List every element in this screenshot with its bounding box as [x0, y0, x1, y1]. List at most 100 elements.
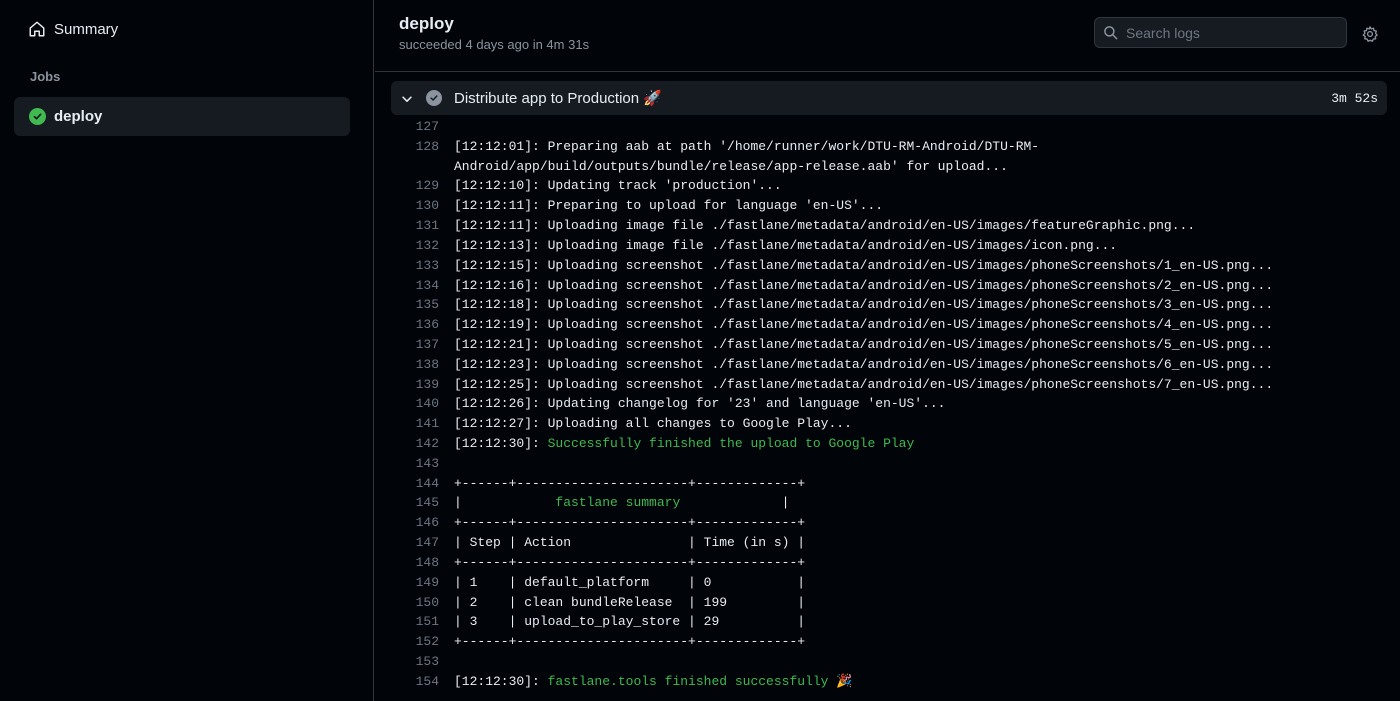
log-text-plain: [12:12:19]: Uploading screenshot ./fastl…: [454, 317, 1274, 333]
log-text-plain: [12:12:13]: Uploading image file ./fastl…: [454, 237, 1118, 253]
log-text: [12:12:01]: Preparing aab at path '/home…: [454, 137, 1342, 177]
line-number[interactable]: 132: [391, 236, 439, 256]
line-number[interactable]: 141: [391, 414, 439, 434]
log-text: [12:12:23]: Uploading screenshot ./fastl…: [454, 355, 1273, 375]
log-text: | 3 | upload_to_play_store | 29 |: [454, 612, 805, 632]
line-number[interactable]: 131: [391, 216, 439, 236]
line-number[interactable]: 133: [391, 256, 439, 276]
log-text: | fastlane summary |: [454, 493, 789, 513]
line-number[interactable]: 137: [391, 335, 439, 355]
log-text-plain: [12:12:01]: Preparing aab at path '/home…: [454, 138, 1040, 174]
job-label: deploy: [54, 108, 103, 125]
log-line: 135 [12:12:18]: Uploading screenshot ./fa…: [391, 295, 1400, 315]
log-line: 127: [391, 117, 1400, 137]
line-number[interactable]: 143: [391, 454, 439, 474]
line-number[interactable]: 152: [391, 632, 439, 652]
log-text: +------+----------------------+---------…: [454, 553, 805, 573]
log-line: 130 [12:12:11]: Preparing to upload for l…: [391, 196, 1400, 216]
log-text-plain: [12:12:30]:: [454, 436, 548, 451]
line-number[interactable]: 149: [391, 573, 439, 593]
log-text: [12:12:21]: Uploading screenshot ./fastl…: [454, 335, 1273, 355]
chevron-down-icon[interactable]: [400, 92, 414, 106]
log-line: 149 | 1 | default_platform | 0 |: [391, 573, 1400, 593]
log-line: 145 | fastlane summary |: [391, 493, 1400, 513]
line-number[interactable]: 135: [391, 295, 439, 315]
step-duration: 3m 52s: [1331, 91, 1378, 106]
log-line: 134 [12:12:16]: Uploading screenshot ./fa…: [391, 276, 1400, 296]
log-text: | 1 | default_platform | 0 |: [454, 573, 805, 593]
log-text-plain: [12:12:25]: Uploading screenshot ./fastl…: [454, 376, 1274, 392]
line-number[interactable]: 147: [391, 533, 439, 553]
log-text-plain: |: [454, 495, 462, 511]
log-text: [12:12:25]: Uploading screenshot ./fastl…: [454, 375, 1273, 395]
log-text-plain: +------+----------------------+---------…: [454, 475, 806, 491]
line-number[interactable]: 151: [391, 612, 439, 632]
log-line: 128 [12:12:01]: Preparing aab at path '/h…: [391, 137, 1400, 177]
log-line: 138 [12:12:23]: Uploading screenshot ./fa…: [391, 355, 1400, 375]
log-text-plain: | 1 | default_platform | 0 |: [454, 574, 806, 590]
log-text-plain: [12:12:30]:: [454, 673, 548, 689]
line-number[interactable]: 146: [391, 513, 439, 533]
line-number[interactable]: 148: [391, 553, 439, 573]
log-line: 129 [12:12:10]: Updating track 'productio…: [391, 176, 1400, 196]
page-title: deploy: [399, 14, 454, 33]
line-number[interactable]: 129: [391, 176, 439, 196]
line-number[interactable]: 153: [391, 652, 439, 672]
line-number[interactable]: 140: [391, 394, 439, 414]
log-text-plain: | 2 | clean bundleRelease | 199 |: [454, 594, 806, 610]
step-name: Distribute app to Production 🚀: [454, 90, 662, 107]
line-number[interactable]: 138: [391, 355, 439, 375]
log-text-plain: | Step | Action | Time (in s) |: [454, 535, 806, 551]
log-text: [12:12:15]: Uploading screenshot ./fastl…: [454, 256, 1273, 276]
line-number[interactable]: 127: [391, 117, 439, 137]
log-text: [12:12:30]: Successfully finished the up…: [454, 434, 914, 454]
line-number[interactable]: 142: [391, 434, 439, 454]
log-line: 140 [12:12:26]: Updating changelog for '2…: [391, 394, 1400, 414]
log-text: [12:12:16]: Uploading screenshot ./fastl…: [454, 276, 1273, 296]
log-text-plain: [12:12:11]: Uploading image file ./fastl…: [454, 218, 1196, 234]
gear-icon[interactable]: [1361, 25, 1379, 43]
log-line: 131 [12:12:11]: Uploading image file ./fa…: [391, 216, 1400, 236]
run-status: succeeded 4 days ago in 4m 31s: [399, 37, 590, 52]
log-text: +------+----------------------+---------…: [454, 632, 805, 652]
log-text-plain: [12:12:27]: Uploading all changes to Goo…: [454, 416, 852, 432]
log-text: [12:12:10]: Updating track 'production'.…: [454, 176, 782, 196]
summary-link[interactable]: Summary: [28, 18, 118, 40]
home-icon: [29, 21, 45, 37]
line-number[interactable]: 134: [391, 276, 439, 296]
log-text: | Step | Action | Time (in s) |: [454, 533, 805, 553]
log-text-plain: [12:12:16]: Uploading screenshot ./fastl…: [454, 277, 1274, 293]
log-text: [12:12:13]: Uploading image file ./fastl…: [454, 236, 1117, 256]
log-line: 154 [12:12:30]: fastlane.tools finished s…: [391, 672, 1400, 692]
line-number[interactable]: 128: [391, 137, 439, 177]
line-number[interactable]: 139: [391, 375, 439, 395]
log-text-success: fastlane.tools finished successfully 🎉: [547, 673, 853, 689]
check-circle-icon: [29, 108, 46, 125]
log-text-plain: [12:12:11]: Preparing to upload for lang…: [454, 198, 884, 214]
search-icon: [1104, 26, 1118, 40]
log-line: 150 | 2 | clean bundleRelease | 199 |: [391, 593, 1400, 613]
search-input[interactable]: [1126, 24, 1326, 41]
line-number[interactable]: 130: [391, 196, 439, 216]
job-item-deploy[interactable]: deploy: [14, 97, 350, 136]
line-number[interactable]: 150: [391, 593, 439, 613]
log-text-plain: +------+----------------------+---------…: [454, 515, 806, 531]
log-line: 151 | 3 | upload_to_play_store | 29 |: [391, 612, 1400, 632]
log-line: 137 [12:12:21]: Uploading screenshot ./fa…: [391, 335, 1400, 355]
step-header[interactable]: Distribute app to Production 🚀 3m 52s: [391, 81, 1387, 115]
line-number[interactable]: 144: [391, 474, 439, 494]
log-text-plain: +------+----------------------+---------…: [454, 554, 806, 570]
line-number[interactable]: 136: [391, 315, 439, 335]
line-number[interactable]: 145: [391, 493, 439, 513]
log-line: 143: [391, 454, 1400, 474]
log-text: [12:12:11]: Preparing to upload for lang…: [454, 196, 883, 216]
search-logs[interactable]: [1094, 17, 1347, 48]
line-number[interactable]: 154: [391, 672, 439, 692]
log-text-success: fastlane summary: [461, 495, 782, 511]
log-text-plain: [12:12:10]: Updating track 'production'.…: [454, 178, 782, 194]
sidebar: Summary Jobs deploy: [0, 0, 374, 701]
log-line: 148 +------+----------------------+------…: [391, 553, 1400, 573]
